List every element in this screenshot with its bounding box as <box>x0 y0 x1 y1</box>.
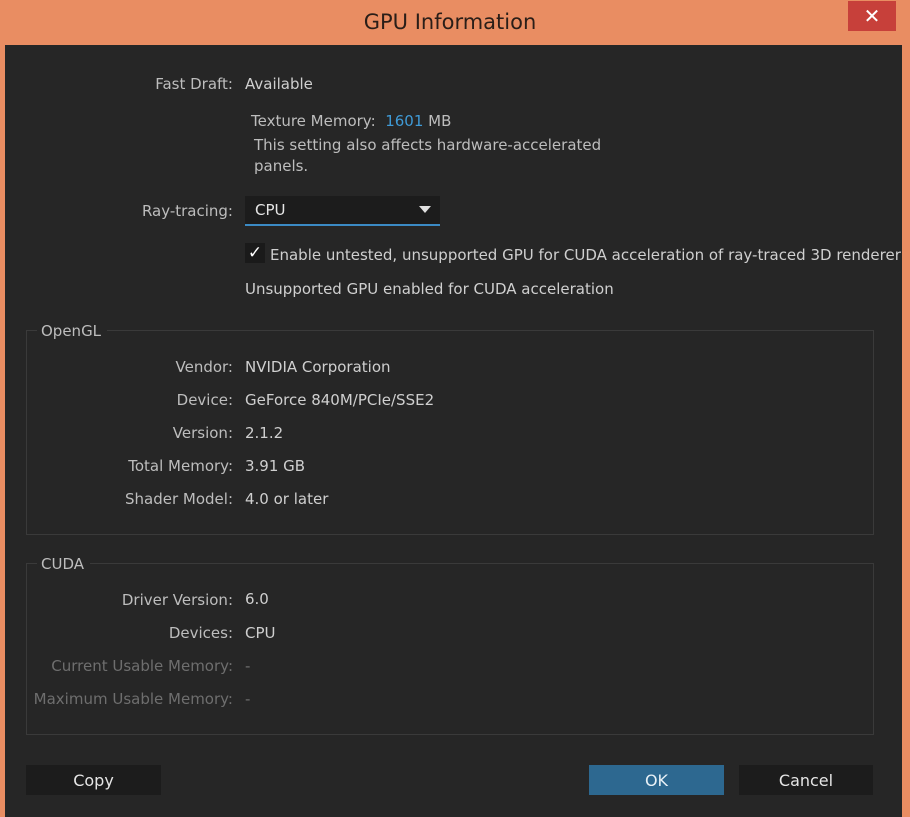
close-button[interactable]: ✕ <box>848 1 896 31</box>
opengl-version-label: Version: <box>172 424 233 442</box>
cuda-devices-value: CPU <box>245 624 276 642</box>
cuda-maximum-memory-value: - <box>245 690 251 708</box>
close-icon: ✕ <box>863 4 881 28</box>
texture-memory-note-2: panels. <box>254 157 309 175</box>
opengl-vendor-label: Vendor: <box>175 358 234 376</box>
texture-memory-unit: MB <box>428 112 452 130</box>
opengl-vendor-value: NVIDIA Corporation <box>245 358 391 376</box>
ray-tracing-selected: CPU <box>255 201 286 219</box>
texture-memory-value[interactable]: 1601 <box>385 112 423 130</box>
title-bar: GPU Information ✕ <box>0 0 910 45</box>
cuda-group <box>26 563 874 735</box>
opengl-version-value: 2.1.2 <box>245 424 284 442</box>
opengl-total-memory-value: 3.91 GB <box>245 457 306 475</box>
chevron-down-icon <box>419 206 431 213</box>
window-title: GPU Information <box>363 10 537 34</box>
dialog-body: Fast Draft: Available Texture Memory: 16… <box>5 45 902 817</box>
cuda-untested-checkbox[interactable]: ✓ <box>245 243 265 263</box>
cuda-driver-version-value: 6.0 <box>245 590 269 608</box>
opengl-shader-model-value: 4.0 or later <box>245 490 329 508</box>
opengl-shader-model-label: Shader Model: <box>125 490 233 508</box>
ray-tracing-label: Ray-tracing: <box>141 202 233 220</box>
ray-tracing-select[interactable]: CPU <box>245 196 440 226</box>
cuda-maximum-memory-label: Maximum Usable Memory: <box>33 690 233 708</box>
opengl-total-memory-label: Total Memory: <box>128 457 233 475</box>
opengl-device-label: Device: <box>176 391 233 409</box>
cancel-button[interactable]: Cancel <box>739 765 873 795</box>
cuda-current-memory-value: - <box>245 657 251 675</box>
fast-draft-value: Available <box>245 75 313 93</box>
cuda-untested-checkbox-label[interactable]: Enable untested, unsupported GPU for CUD… <box>270 246 901 264</box>
copy-button[interactable]: Copy <box>26 765 161 795</box>
cuda-driver-version-label: Driver Version: <box>121 591 233 609</box>
cuda-status-text: Unsupported GPU enabled for CUDA acceler… <box>245 280 614 298</box>
ok-button[interactable]: OK <box>589 765 724 795</box>
opengl-group-title: OpenGL <box>37 322 108 340</box>
cuda-current-memory-label: Current Usable Memory: <box>51 657 233 675</box>
cuda-devices-label: Devices: <box>168 624 233 642</box>
texture-memory-note-1: This setting also affects hardware-accel… <box>254 136 602 154</box>
texture-memory-label: Texture Memory: <box>251 112 376 130</box>
opengl-device-value: GeForce 840M/PCIe/SSE2 <box>245 391 435 409</box>
fast-draft-label: Fast Draft: <box>155 75 233 93</box>
check-icon: ✓ <box>247 243 263 263</box>
cuda-group-title: CUDA <box>37 555 91 573</box>
texture-memory-line: Texture Memory: 1601 MB <box>251 112 451 130</box>
